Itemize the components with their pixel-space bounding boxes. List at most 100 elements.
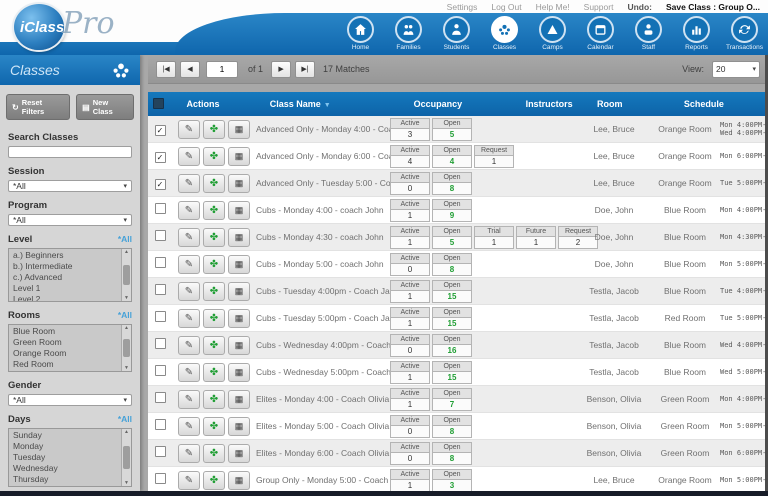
nav-classes[interactable]: Classes [483,16,526,51]
rooms-all-link[interactable]: *All [118,310,132,320]
day-option[interactable]: Thursday [9,474,121,485]
level-all-link[interactable]: *All [118,234,132,244]
edit-class-button[interactable]: ✎ [178,174,200,193]
gender-select[interactable]: *All ▾ [8,394,132,406]
nav-staff[interactable]: Staff [627,16,670,51]
class-name[interactable]: Advanced Only - Monday 4:00 - Coach Bruc… [256,124,390,134]
edit-class-button[interactable]: ✎ [178,363,200,382]
level-option[interactable]: a.) Beginners [9,250,121,261]
edit-class-button[interactable]: ✎ [178,120,200,139]
day-option[interactable]: Wednesday [9,463,121,474]
nav-students[interactable]: Students [435,16,478,51]
enrollments-button[interactable]: ✤ [203,444,225,463]
edit-class-button[interactable]: ✎ [178,147,200,166]
row-checkbox[interactable] [155,446,166,457]
edit-class-button[interactable]: ✎ [178,282,200,301]
nav-reports[interactable]: Reports [675,16,718,51]
class-name[interactable]: Cubs - Wednesday 5:00pm - Coach Jacob [256,367,390,377]
class-calendar-button[interactable]: ▦ [228,282,250,301]
search-classes-input[interactable] [8,146,132,158]
room-option[interactable]: Red Room [9,359,121,370]
level-option[interactable]: b.) Intermediate [9,261,121,272]
enrollments-button[interactable]: ✤ [203,309,225,328]
class-calendar-button[interactable]: ▦ [228,174,250,193]
class-name[interactable]: Advanced Only - Tuesday 5:00 - Coach Bru… [256,178,390,188]
enrollments-button[interactable]: ✤ [203,174,225,193]
enrollments-button[interactable]: ✤ [203,228,225,247]
page-number-input[interactable] [206,61,238,78]
undo-link[interactable]: Save Class : Group O... [666,2,760,12]
rooms-listbox[interactable]: Blue RoomGreen RoomOrange RoomRed Room ▲… [8,324,132,372]
col-class-name[interactable]: Class Name▼ [243,99,358,109]
help-link[interactable]: Help Me! [536,2,570,12]
support-link[interactable]: Support [584,2,614,12]
room-option[interactable]: Blue Room [9,326,121,337]
edit-class-button[interactable]: ✎ [178,471,200,490]
edit-class-button[interactable]: ✎ [178,228,200,247]
view-select[interactable]: 20 ▾ [712,61,760,78]
day-option[interactable]: Sunday [9,430,121,441]
class-name[interactable]: Elites - Monday 4:00 - Coach Olivia [256,394,390,404]
class-calendar-button[interactable]: ▦ [228,471,250,490]
enrollments-button[interactable]: ✤ [203,471,225,490]
session-select[interactable]: *All ▾ [8,180,132,192]
enrollments-button[interactable]: ✤ [203,255,225,274]
class-calendar-button[interactable]: ▦ [228,417,250,436]
class-calendar-button[interactable]: ▦ [228,309,250,328]
level-scrollbar[interactable]: ▲▼ [121,249,131,301]
logout-link[interactable]: Log Out [491,2,521,12]
class-calendar-button[interactable]: ▦ [228,228,250,247]
row-checkbox[interactable] [155,392,166,403]
day-option[interactable]: Tuesday [9,452,121,463]
edit-class-button[interactable]: ✎ [178,417,200,436]
next-page-button[interactable]: ▶ [271,61,291,78]
select-all-checkbox[interactable] [153,98,164,109]
level-option[interactable]: Level 2 [9,294,121,301]
class-calendar-button[interactable]: ▦ [228,201,250,220]
enrollments-button[interactable]: ✤ [203,390,225,409]
enrollments-button[interactable]: ✤ [203,336,225,355]
row-checkbox[interactable] [155,473,166,484]
day-option[interactable]: Monday [9,441,121,452]
days-listbox[interactable]: SundayMondayTuesdayWednesdayThursday ▲▼ [8,428,132,487]
class-name[interactable]: Cubs - Tuesday 5:00pm - Coach Jacob [256,313,390,323]
nav-camps[interactable]: Camps [531,16,574,51]
class-calendar-button[interactable]: ▦ [228,255,250,274]
class-calendar-button[interactable]: ▦ [228,390,250,409]
row-checkbox[interactable] [155,365,166,376]
class-calendar-button[interactable]: ▦ [228,120,250,139]
row-checkbox[interactable] [155,311,166,322]
row-checkbox[interactable]: ✓ [155,179,166,190]
class-name[interactable]: Cubs - Monday 5:00 - coach John [256,259,390,269]
days-scrollbar[interactable]: ▲▼ [121,429,131,486]
row-checkbox[interactable] [155,257,166,268]
row-checkbox[interactable]: ✓ [155,152,166,163]
row-checkbox[interactable] [155,419,166,430]
class-name[interactable]: Cubs - Tuesday 4:00pm - Coach Jacob [256,286,390,296]
edit-class-button[interactable]: ✎ [178,444,200,463]
class-calendar-button[interactable]: ▦ [228,444,250,463]
class-name[interactable]: Cubs - Wednesday 4:00pm - Coach Jacob [256,340,390,350]
class-name[interactable]: Advanced Only - Monday 6:00 - Coach Bruc… [256,151,390,161]
enrollments-button[interactable]: ✤ [203,120,225,139]
enrollments-button[interactable]: ✤ [203,201,225,220]
edit-class-button[interactable]: ✎ [178,336,200,355]
class-name[interactable]: Cubs - Monday 4:00 - coach John [256,205,390,215]
class-calendar-button[interactable]: ▦ [228,336,250,355]
row-checkbox[interactable] [155,203,166,214]
class-name[interactable]: Elites - Monday 5:00 - Coach Olivia [256,421,390,431]
row-checkbox[interactable] [155,284,166,295]
level-option[interactable]: Level 1 [9,283,121,294]
room-option[interactable]: Green Room [9,337,121,348]
edit-class-button[interactable]: ✎ [178,309,200,328]
nav-families[interactable]: Families [387,16,430,51]
room-option[interactable]: Orange Room [9,348,121,359]
enrollments-button[interactable]: ✤ [203,282,225,301]
prev-page-button[interactable]: ◀ [180,61,200,78]
class-name[interactable]: Group Only - Monday 5:00 - Coach Bruce L… [256,475,390,485]
level-listbox[interactable]: a.) Beginnersb.) Intermediatec.) Advance… [8,248,132,302]
edit-class-button[interactable]: ✎ [178,390,200,409]
nav-calendar[interactable]: Calendar [579,16,622,51]
class-name[interactable]: Elites - Monday 6:00 - Coach Olivia [256,448,390,458]
class-calendar-button[interactable]: ▦ [228,147,250,166]
